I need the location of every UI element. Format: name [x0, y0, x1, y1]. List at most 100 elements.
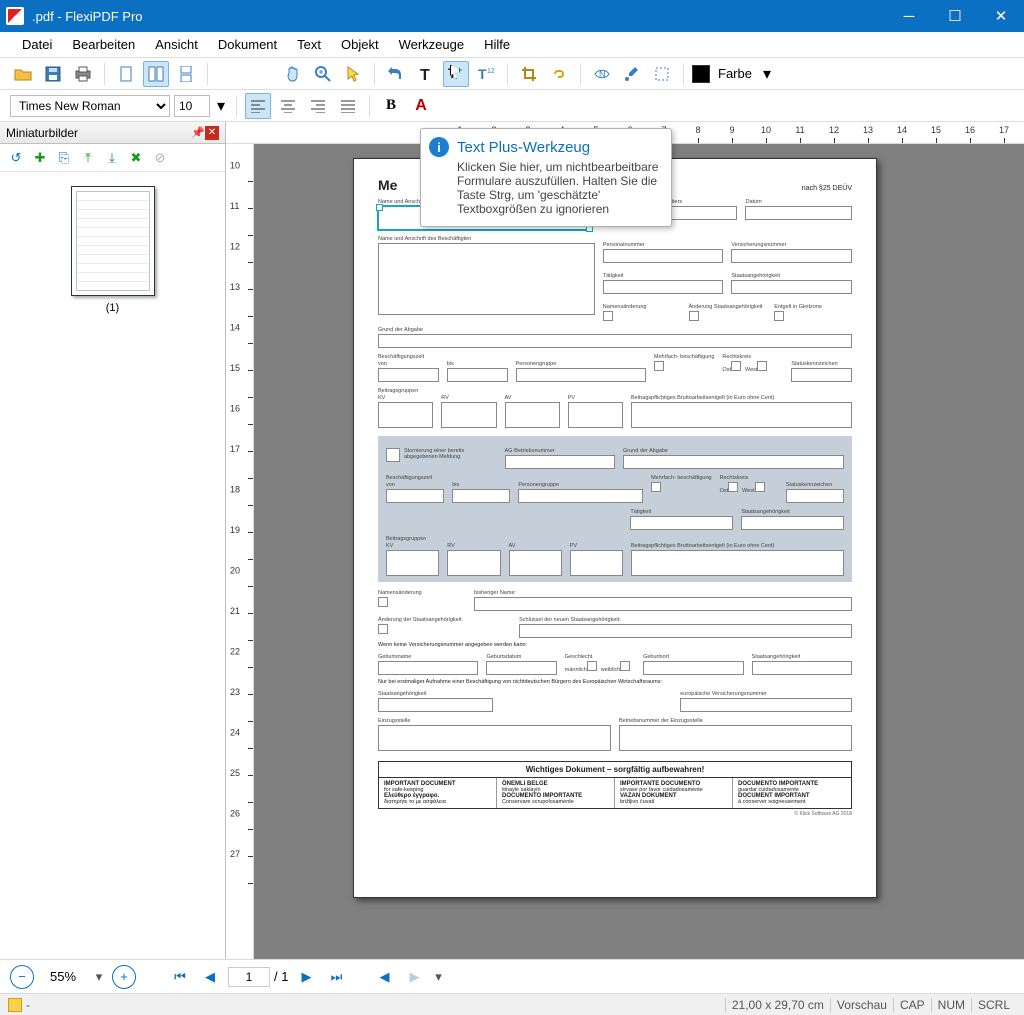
- thumb-export-icon[interactable]: ⤓: [102, 148, 122, 168]
- zoom-dropdown[interactable]: ▾: [92, 965, 106, 989]
- status-mode: Vorschau: [830, 998, 893, 1012]
- status-scrl: SCRL: [971, 998, 1016, 1012]
- thumbnail-label: (1): [14, 302, 211, 314]
- color-dropdown-icon[interactable]: ▾: [760, 61, 774, 87]
- thumb-delete-icon[interactable]: ✖: [126, 148, 146, 168]
- hand-tool-icon[interactable]: [280, 61, 306, 87]
- nav-back-button[interactable]: ◀: [372, 965, 396, 989]
- print-icon[interactable]: [70, 61, 96, 87]
- pdf-page[interactable]: Me erung nach §25 DEÜV Name und Anschrif…: [353, 158, 877, 898]
- first-page-button[interactable]: ⏮: [168, 965, 192, 989]
- thumb-remove-icon[interactable]: ⊘: [150, 148, 170, 168]
- menu-dokument[interactable]: Dokument: [208, 34, 287, 55]
- status-dims: 21,00 x 29,70 cm: [725, 998, 830, 1012]
- vertical-text-icon[interactable]: T123: [473, 61, 499, 87]
- thumb-add-icon[interactable]: ✚: [30, 148, 50, 168]
- status-dash: -: [26, 998, 30, 1012]
- eyedropper-icon[interactable]: [619, 61, 645, 87]
- toolbar-font: Times New Roman ▾ B A: [0, 90, 1024, 122]
- thumbnails-list: (1): [0, 172, 225, 959]
- thumb-copy-icon[interactable]: ⎘: [54, 148, 74, 168]
- zoom-in-button[interactable]: +: [112, 965, 136, 989]
- font-size-input[interactable]: [174, 95, 210, 117]
- title-suffix: nach §25 DEÜV: [802, 185, 852, 192]
- app-icon: [6, 7, 24, 25]
- thumbnails-toolbar: ↺ ✚ ⎘ ⤒ ⤓ ✖ ⊘: [0, 144, 225, 172]
- zoom-tool-icon[interactable]: [310, 61, 336, 87]
- thumbnail-page-1[interactable]: [71, 186, 155, 296]
- bold-icon[interactable]: B: [378, 93, 404, 119]
- titlebar: .pdf - FlexiPDF Pro ─ ☐ ✕: [0, 0, 1024, 32]
- color-label: Farbe: [714, 66, 756, 81]
- close-button[interactable]: ✕: [978, 0, 1024, 32]
- nav-forward-button[interactable]: ▶: [402, 965, 426, 989]
- document-viewport: 123456789101112131415161718 123456789101…: [226, 122, 1024, 959]
- window-title: .pdf - FlexiPDF Pro: [32, 9, 886, 24]
- page-indicator: / 1: [228, 967, 288, 987]
- canvas[interactable]: Me erung nach §25 DEÜV Name und Anschrif…: [254, 144, 1024, 959]
- page-continuous-icon[interactable]: [173, 61, 199, 87]
- align-left-icon[interactable]: [245, 93, 271, 119]
- marquee-icon[interactable]: [649, 61, 675, 87]
- zoom-out-button[interactable]: −: [10, 965, 34, 989]
- menu-text[interactable]: Text: [287, 34, 331, 55]
- menu-ansicht[interactable]: Ansicht: [145, 34, 208, 55]
- svg-text:123: 123: [487, 68, 495, 75]
- menubar: Datei Bearbeiten Ansicht Dokument Text O…: [0, 32, 1024, 58]
- storno-section: Stornierung einer bereits abgegebenen Me…: [378, 436, 852, 582]
- page-single-icon[interactable]: [113, 61, 139, 87]
- navbar: − 55% ▾ + ⏮ ◀ / 1 ▶ ⏭ ◀ ▶ ▾: [0, 959, 1024, 993]
- minimize-button[interactable]: ─: [886, 0, 932, 32]
- page-facing-icon[interactable]: [143, 61, 169, 87]
- font-size-dropdown[interactable]: ▾: [214, 93, 228, 119]
- align-center-icon[interactable]: [275, 93, 301, 119]
- status-num: NUM: [931, 998, 971, 1012]
- char-style-icon[interactable]: A: [408, 93, 434, 119]
- link-tool-icon[interactable]: [546, 61, 572, 87]
- thumbnails-header: Miniaturbilder 📌 ✕: [0, 122, 225, 144]
- thumbnails-title: Miniaturbilder: [6, 126, 78, 140]
- next-page-button[interactable]: ▶: [294, 965, 318, 989]
- last-page-button[interactable]: ⏭: [324, 965, 348, 989]
- save-icon[interactable]: [40, 61, 66, 87]
- text-plus-tool-icon[interactable]: T+: [443, 61, 469, 87]
- undo-icon[interactable]: [383, 61, 409, 87]
- text-tool-icon[interactable]: T: [413, 61, 439, 87]
- menu-hilfe[interactable]: Hilfe: [474, 34, 520, 55]
- tooltip-title: Text Plus-Werkzeug: [457, 139, 659, 156]
- ruler-vertical: 1234567891011121314151617181920212223242…: [226, 144, 254, 959]
- info-icon: i: [429, 137, 449, 157]
- align-right-icon[interactable]: [305, 93, 331, 119]
- main-area: Miniaturbilder 📌 ✕ ↺ ✚ ⎘ ⤒ ⤓ ✖ ⊘ (1) 123…: [0, 122, 1024, 959]
- zoom-value[interactable]: 55%: [40, 969, 86, 984]
- thumbnails-panel: Miniaturbilder 📌 ✕ ↺ ✚ ⎘ ⤒ ⤓ ✖ ⊘ (1): [0, 122, 226, 959]
- thumb-import-icon[interactable]: ⤒: [78, 148, 98, 168]
- open-icon[interactable]: [10, 61, 36, 87]
- panel-close-icon[interactable]: ✕: [205, 126, 219, 140]
- font-family-select[interactable]: Times New Roman: [10, 95, 170, 117]
- statusbar: - 21,00 x 29,70 cm Vorschau CAP NUM SCRL: [0, 993, 1024, 1015]
- thumb-rotate-icon[interactable]: ↺: [6, 148, 26, 168]
- menu-datei[interactable]: Datei: [12, 34, 62, 55]
- page-total: / 1: [274, 969, 288, 984]
- page-input[interactable]: [228, 967, 270, 987]
- maximize-button[interactable]: ☐: [932, 0, 978, 32]
- crop-tool-icon[interactable]: [516, 61, 542, 87]
- document-footer: Wichtiges Dokument – sorgfältig aufbewah…: [378, 761, 852, 809]
- menu-objekt[interactable]: Objekt: [331, 34, 389, 55]
- menu-bearbeiten[interactable]: Bearbeiten: [62, 34, 145, 55]
- redact-tool-icon[interactable]: N: [589, 61, 615, 87]
- svg-text:N: N: [599, 69, 606, 79]
- prev-page-button[interactable]: ◀: [198, 965, 222, 989]
- select-tool-icon[interactable]: [340, 61, 366, 87]
- svg-text:T: T: [420, 67, 430, 82]
- nav-dropdown[interactable]: ▾: [432, 965, 444, 989]
- align-justify-icon[interactable]: [335, 93, 361, 119]
- color-swatch[interactable]: [692, 65, 710, 83]
- status-icon: [8, 998, 22, 1012]
- svg-text:T: T: [448, 65, 457, 81]
- pin-icon[interactable]: 📌: [191, 126, 205, 140]
- menu-werkzeuge[interactable]: Werkzeuge: [389, 34, 475, 55]
- status-caps: CAP: [893, 998, 931, 1012]
- svg-text:+: +: [457, 65, 462, 75]
